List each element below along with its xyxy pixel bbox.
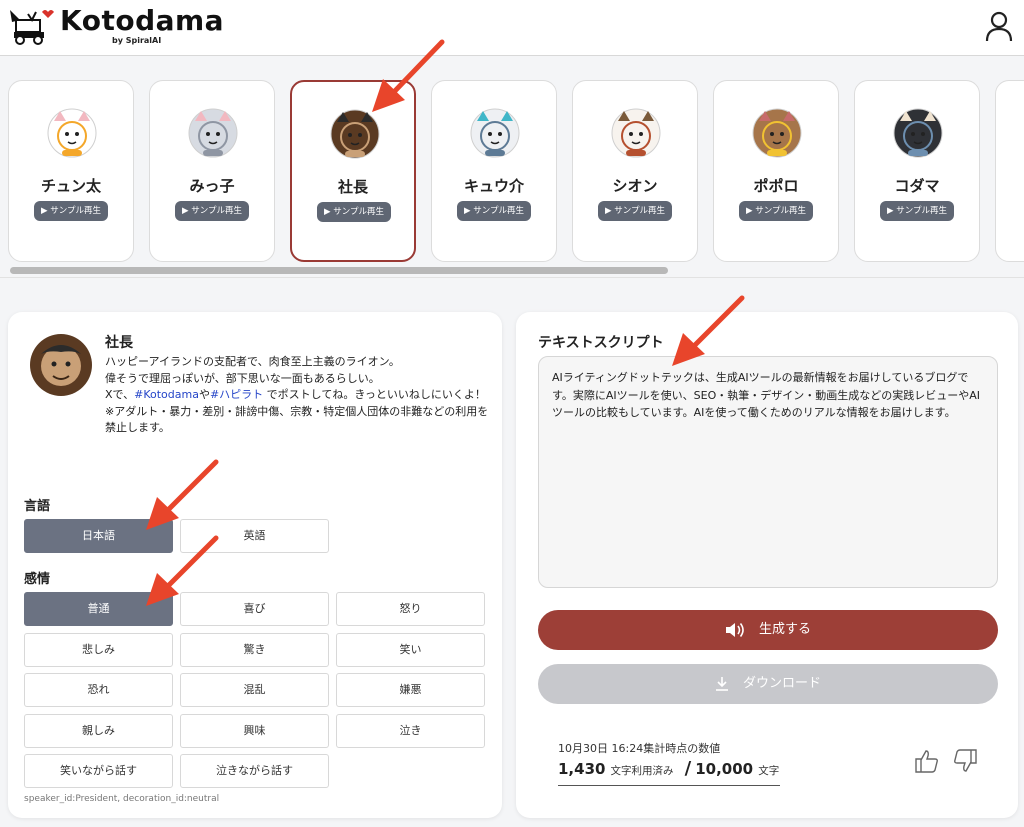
language-option[interactable]: 日本語 bbox=[24, 519, 173, 553]
emotion-option[interactable]: 嫌悪 bbox=[336, 673, 485, 707]
share-instruction: Xで、#Kotodamaや#ハピラト でポストしてね。きっといいねしにいくよ！ bbox=[105, 387, 490, 404]
script-textarea[interactable]: AIライティングドットテックは、生成AIツールの最新情報をお届けしているブログで… bbox=[538, 356, 998, 588]
character-avatar bbox=[330, 109, 380, 159]
user-account-icon[interactable] bbox=[984, 10, 1014, 42]
character-description: ハッピーアイランドの支配者で、肉食至上主義のライオン。 偉そうで理屈っぽいが、部… bbox=[105, 354, 490, 437]
emotion-label: 感情 bbox=[24, 572, 51, 587]
sample-play-button[interactable]: ▶ サンプル再生 bbox=[34, 201, 108, 221]
language-label: 言語 bbox=[24, 499, 51, 514]
script-title: テキストスクリプト bbox=[538, 335, 664, 351]
character-avatar bbox=[893, 108, 943, 158]
emotion-option[interactable]: 悲しみ bbox=[24, 632, 173, 667]
emotion-option[interactable]: 泣きながら話す bbox=[180, 754, 329, 788]
brand-name: Kotodama bbox=[60, 4, 225, 37]
sample-play-button[interactable]: ▶ サンプル再生 bbox=[457, 201, 531, 221]
emotion-option[interactable]: 混乱 bbox=[180, 673, 329, 707]
emotion-option[interactable]: 親しみ bbox=[24, 713, 173, 748]
language-option[interactable]: 英語 bbox=[180, 519, 329, 553]
character-card[interactable]: チュン太 ▶ サンプル再生 bbox=[8, 80, 134, 262]
sample-play-button[interactable]: ▶ サンプル再生 bbox=[739, 201, 813, 221]
sample-play-button[interactable]: ▶ サンプル再生 bbox=[317, 202, 391, 222]
character-name: 社長 bbox=[337, 178, 368, 196]
character-avatar bbox=[188, 108, 238, 158]
usage-separator: / bbox=[684, 758, 692, 779]
app-header: Kotodama by SpiralAI bbox=[0, 0, 1024, 56]
brand-subtitle: by SpiralAI bbox=[112, 36, 162, 45]
speaker-metadata: speaker_id:President, decoration_id:neut… bbox=[24, 794, 220, 804]
description-line: 偉そうで理屈っぽいが、部下思いな一面もあるらしい。 bbox=[105, 371, 380, 385]
emotion-option[interactable]: 驚き bbox=[180, 632, 329, 667]
hashtag-kotodama-link[interactable]: #Kotodama bbox=[134, 388, 199, 401]
selected-character-avatar bbox=[30, 334, 92, 396]
character-carousel: チュン太 ▶ サンプル再生 みっ子 ▶ サンプル再生 社長 ▶ サンプル再生 キュウ介 ▶ サ… bbox=[0, 56, 1024, 278]
carousel-scrollbar[interactable] bbox=[10, 267, 668, 274]
character-name: みっ子 bbox=[189, 177, 235, 195]
speaker-icon bbox=[725, 622, 744, 637]
character-card-partial[interactable] bbox=[995, 80, 1024, 262]
usage-counter: 1,430 文字利用済み /10,000 文字 bbox=[558, 758, 780, 786]
character-card[interactable]: シオン ▶ サンプル再生 bbox=[572, 80, 698, 262]
emotion-option[interactable]: 普通 bbox=[24, 592, 173, 626]
character-avatar bbox=[611, 108, 661, 158]
character-card[interactable]: キュウ介 ▶ サンプル再生 bbox=[431, 80, 557, 262]
script-panel: テキストスクリプト AIライティングドットテックは、生成AIツールの最新情報をお… bbox=[516, 312, 1018, 818]
usage-used-count: 1,430 bbox=[558, 760, 606, 778]
selected-character-name: 社長 bbox=[105, 335, 133, 351]
usage-caption: 10月30日 16:24集計時点の数値 bbox=[558, 742, 721, 755]
emotion-option[interactable]: 笑い bbox=[336, 632, 485, 667]
generate-button[interactable]: 生成する bbox=[538, 610, 998, 650]
character-avatar bbox=[470, 108, 520, 158]
thumbs-up-icon[interactable] bbox=[914, 748, 940, 774]
character-name: ポポロ bbox=[753, 177, 799, 195]
emotion-option[interactable]: 怒り bbox=[336, 592, 485, 626]
share-suffix: でポストしてね。きっといいねしにいくよ！ bbox=[263, 388, 486, 401]
character-name: コダマ bbox=[894, 177, 940, 195]
character-settings-panel: 社長 ハッピーアイランドの支配者で、肉食至上主義のライオン。 偉そうで理屈っぽい… bbox=[8, 312, 502, 818]
character-card[interactable]: コダマ ▶ サンプル再生 bbox=[854, 80, 980, 262]
logo-icon bbox=[10, 10, 54, 45]
download-button[interactable]: ダウンロード bbox=[538, 664, 998, 704]
character-card[interactable]: 社長 ▶ サンプル再生 bbox=[290, 80, 416, 262]
share-connector: や bbox=[198, 388, 210, 401]
character-avatar bbox=[752, 108, 802, 158]
usage-notice: ※アダルト・暴力・差別・誹謗中傷、宗教・特定個人団体の非難などの利用を禁止します… bbox=[105, 404, 489, 435]
character-card[interactable]: ポポロ ▶ サンプル再生 bbox=[713, 80, 839, 262]
sample-play-button[interactable]: ▶ サンプル再生 bbox=[175, 201, 249, 221]
character-name: キュウ介 bbox=[463, 177, 524, 195]
usage-used-suffix: 文字利用済み bbox=[610, 765, 674, 777]
emotion-option[interactable]: 喜び bbox=[180, 592, 329, 626]
emotion-option[interactable]: 笑いながら話す bbox=[24, 754, 173, 788]
sample-play-button[interactable]: ▶ サンプル再生 bbox=[880, 201, 954, 221]
thumbs-down-icon[interactable] bbox=[952, 748, 978, 774]
usage-limit-suffix: 文字 bbox=[758, 765, 780, 777]
emotion-option[interactable]: 恐れ bbox=[24, 673, 173, 707]
emotion-option[interactable]: 興味 bbox=[180, 713, 329, 748]
generate-label: 生成する bbox=[758, 622, 811, 637]
hashtag-hapirato-link[interactable]: #ハピラト bbox=[210, 388, 263, 401]
download-icon bbox=[715, 676, 728, 691]
usage-limit-count: 10,000 bbox=[695, 760, 754, 778]
description-line: ハッピーアイランドの支配者で、肉食至上主義のライオン。 bbox=[105, 355, 400, 368]
character-name: チュン太 bbox=[40, 177, 101, 195]
download-label: ダウンロード bbox=[742, 676, 821, 691]
character-card[interactable]: みっ子 ▶ サンプル再生 bbox=[149, 80, 275, 262]
character-name: シオン bbox=[612, 177, 658, 195]
share-prefix: Xで、 bbox=[105, 388, 135, 401]
character-avatar bbox=[47, 108, 97, 158]
sample-play-button[interactable]: ▶ サンプル再生 bbox=[598, 201, 672, 221]
emotion-option[interactable]: 泣き bbox=[336, 713, 485, 748]
